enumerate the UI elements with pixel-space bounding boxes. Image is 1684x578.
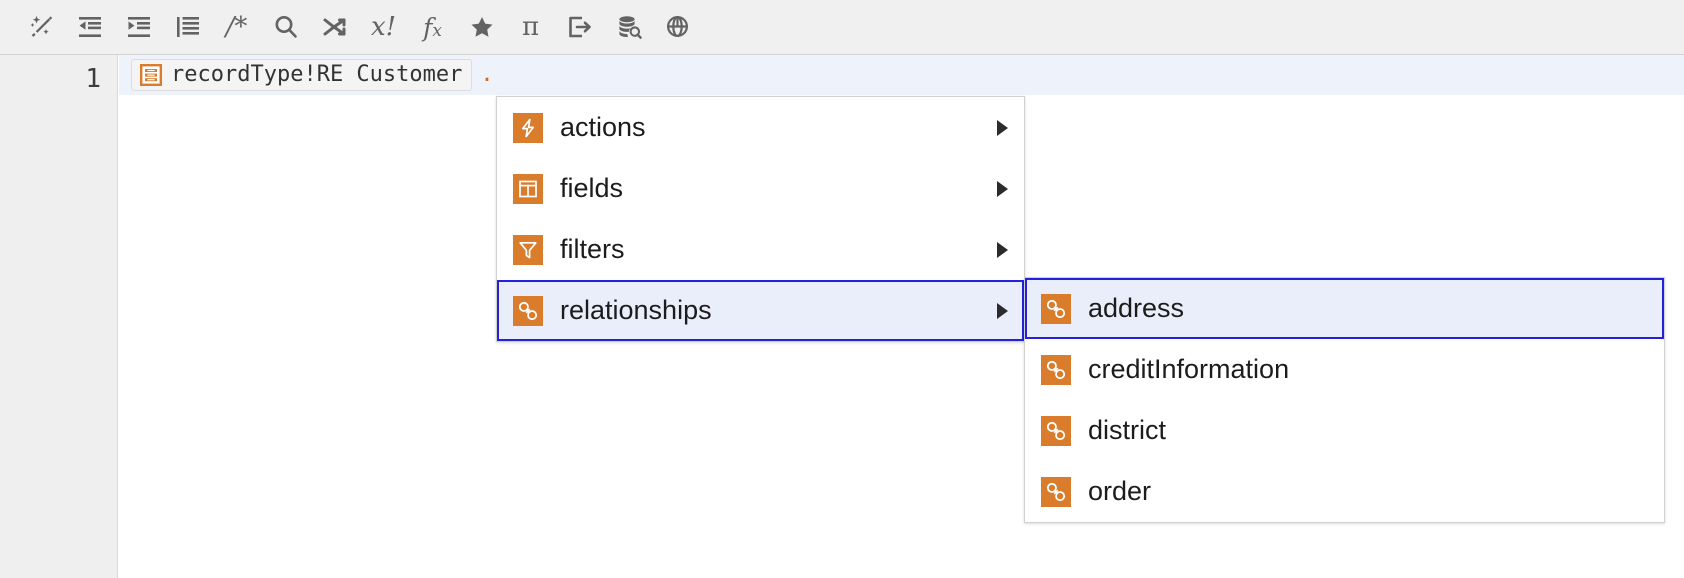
line-number-1: 1 <box>85 64 101 94</box>
menu-item-label: fields <box>560 173 624 203</box>
shuffle-icon <box>320 12 350 42</box>
web-service-button[interactable] <box>653 5 702 49</box>
magic-wand-icon <box>26 12 56 42</box>
record-type-label: recordType!RE Customer <box>171 62 463 87</box>
favorites-button[interactable] <box>457 5 506 49</box>
menu-item-label: relationships <box>560 295 712 325</box>
menu-item-label: district <box>1088 415 1167 445</box>
menu-item-label: order <box>1088 476 1152 506</box>
pi-icon: π <box>521 12 540 42</box>
chevron-right-icon <box>997 119 1008 136</box>
list-lines-icon <box>173 12 203 42</box>
query-database-button[interactable] <box>604 5 653 49</box>
list-lines-button[interactable] <box>163 5 212 49</box>
indent-button[interactable] <box>114 5 163 49</box>
search-icon <box>271 12 301 42</box>
menu-item-address[interactable]: address <box>1025 278 1664 339</box>
export-icon <box>565 12 595 42</box>
autocomplete-menu-primary[interactable]: actions fields filters relationships <box>496 96 1025 342</box>
indent-icon <box>124 12 154 42</box>
menu-item-relationships[interactable]: relationships <box>497 280 1024 341</box>
chain-link-icon <box>1041 293 1071 324</box>
menu-item-filters[interactable]: filters <box>497 219 1024 280</box>
chain-link-icon <box>513 295 543 326</box>
search-button[interactable] <box>261 5 310 49</box>
autocomplete-menu-relationships[interactable]: address creditInformation district order <box>1024 277 1665 523</box>
menu-item-label: filters <box>560 234 625 264</box>
outdent-button[interactable] <box>65 5 114 49</box>
record-type-icon <box>140 64 163 87</box>
variable-bang-button[interactable]: x! <box>359 5 408 49</box>
chevron-right-icon <box>997 180 1008 197</box>
table-columns-icon <box>513 173 543 204</box>
comment-button[interactable]: /* <box>212 5 261 49</box>
menu-item-district[interactable]: district <box>1025 400 1664 461</box>
function-button[interactable]: fx <box>408 5 457 49</box>
format-expression-button[interactable] <box>16 5 65 49</box>
shuffle-button[interactable] <box>310 5 359 49</box>
globe-icon <box>663 12 693 42</box>
record-type-chip[interactable]: recordType!RE Customer <box>131 59 473 91</box>
lightning-bolt-icon <box>513 112 543 143</box>
chain-link-icon <box>1041 415 1071 446</box>
chain-link-icon <box>1041 476 1071 507</box>
funnel-icon <box>513 234 543 265</box>
menu-item-actions[interactable]: actions <box>497 97 1024 158</box>
code-line-1[interactable]: recordType!RE Customer . <box>131 59 494 91</box>
constants-button[interactable]: π <box>506 5 555 49</box>
chevron-right-icon <box>997 302 1008 319</box>
database-search-icon <box>614 12 644 42</box>
function-icon: fx <box>423 12 442 42</box>
star-icon <box>467 12 497 42</box>
menu-item-label: address <box>1088 293 1185 323</box>
outdent-icon <box>75 12 105 42</box>
toolbar: /* x! fx π <box>0 0 1684 55</box>
line-number-gutter: 1 <box>0 55 118 578</box>
chain-link-icon <box>1041 354 1071 385</box>
export-button[interactable] <box>555 5 604 49</box>
menu-item-fields[interactable]: fields <box>497 158 1024 219</box>
dot-operator: . <box>480 62 494 87</box>
chevron-right-icon <box>997 241 1008 258</box>
variable-bang-icon: x! <box>370 12 397 42</box>
comment-icon: /* <box>225 12 248 42</box>
menu-item-order[interactable]: order <box>1025 461 1664 522</box>
menu-item-label: creditInformation <box>1088 354 1290 384</box>
menu-item-label: actions <box>560 112 646 142</box>
menu-item-creditinformation[interactable]: creditInformation <box>1025 339 1664 400</box>
